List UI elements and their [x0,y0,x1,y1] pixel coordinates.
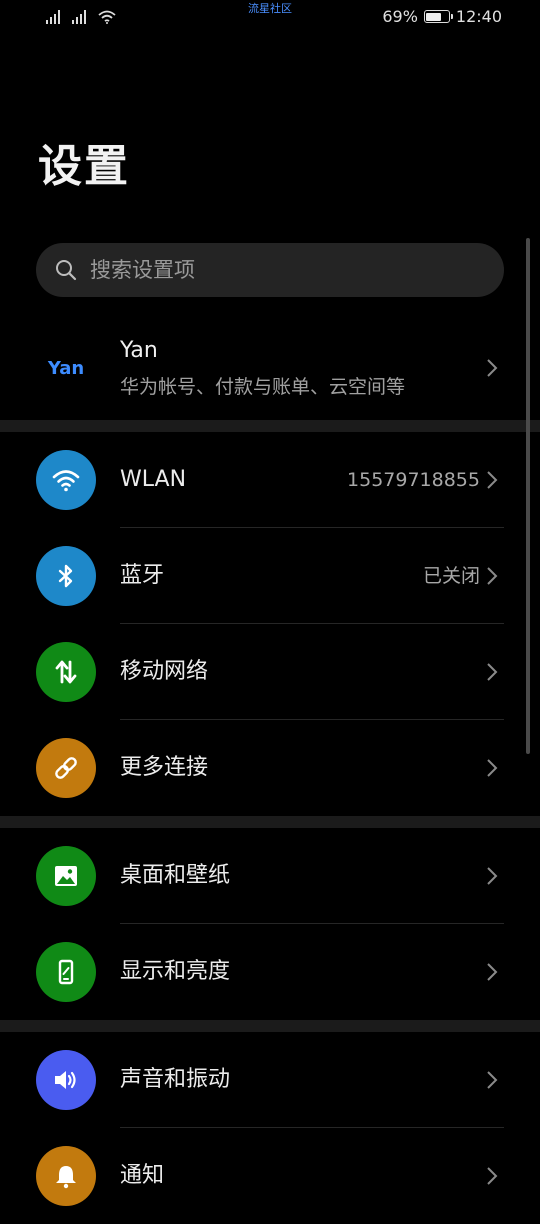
search-input[interactable] [88,257,504,283]
image-icon [36,846,96,906]
volume-icon [36,1050,96,1110]
chevron-right-icon [487,567,498,585]
chevron-right-icon [487,663,498,681]
settings-item-label: 蓝牙 [120,563,165,588]
settings-item-notifications[interactable]: 通知 [0,1128,540,1224]
chevron-right-icon [487,1167,498,1185]
account-row[interactable]: Yan Yan 华为帐号、付款与账单、云空间等 [0,320,540,416]
section-divider [0,1020,540,1032]
search-bar[interactable] [36,243,504,297]
scrollbar[interactable] [526,238,530,754]
status-bar: 流星社区 69% 12:40 [0,0,540,36]
battery-percent: 69% [382,7,418,26]
clock: 12:40 [455,7,502,26]
settings-item-label: WLAN [120,467,187,492]
bluetooth-icon [36,546,96,606]
display-icon [36,942,96,1002]
mobile-data-icon [36,642,96,702]
avatar: Yan [47,357,85,379]
wifi-icon [36,450,96,510]
settings-item-label: 移动网络 [120,659,209,684]
chevron-right-icon [487,963,498,981]
account-name: Yan [120,338,158,363]
battery-fill [426,12,441,21]
section-divider [0,816,540,828]
settings-item-sound[interactable]: 声音和振动 [0,1032,540,1128]
account-subtitle: 华为帐号、付款与账单、云空间等 [120,376,406,398]
section-divider [0,420,540,432]
settings-item-more-connections[interactable]: 更多连接 [0,720,540,816]
page-title: 设置 [38,141,130,192]
link-icon [36,738,96,798]
bell-icon [36,1146,96,1206]
search-icon [56,260,77,281]
chevron-right-icon [487,867,498,885]
settings-item-label: 更多连接 [120,755,209,780]
settings-item-display[interactable]: 显示和亮度 [0,924,540,1020]
settings-item-value: 已关闭 [422,565,480,587]
settings-item-value: 15579718855 [347,469,480,491]
battery-icon [423,10,453,23]
settings-item-label: 显示和亮度 [120,959,231,984]
status-right: 69% 12:40 [382,7,502,26]
chevron-right-icon [487,471,498,489]
settings-item-wallpaper[interactable]: 桌面和壁纸 [0,828,540,924]
chevron-right-icon [487,759,498,777]
chevron-right-icon [487,1071,498,1089]
chevron-right-icon [487,359,498,377]
settings-item-label: 桌面和壁纸 [120,863,231,888]
settings-item-label: 声音和振动 [120,1067,231,1092]
settings-item-bluetooth[interactable]: 蓝牙 已关闭 [0,528,540,624]
settings-item-label: 通知 [120,1163,165,1188]
settings-item-wlan[interactable]: WLAN 15579718855 [0,432,540,528]
settings-item-mobile-network[interactable]: 移动网络 [0,624,540,720]
